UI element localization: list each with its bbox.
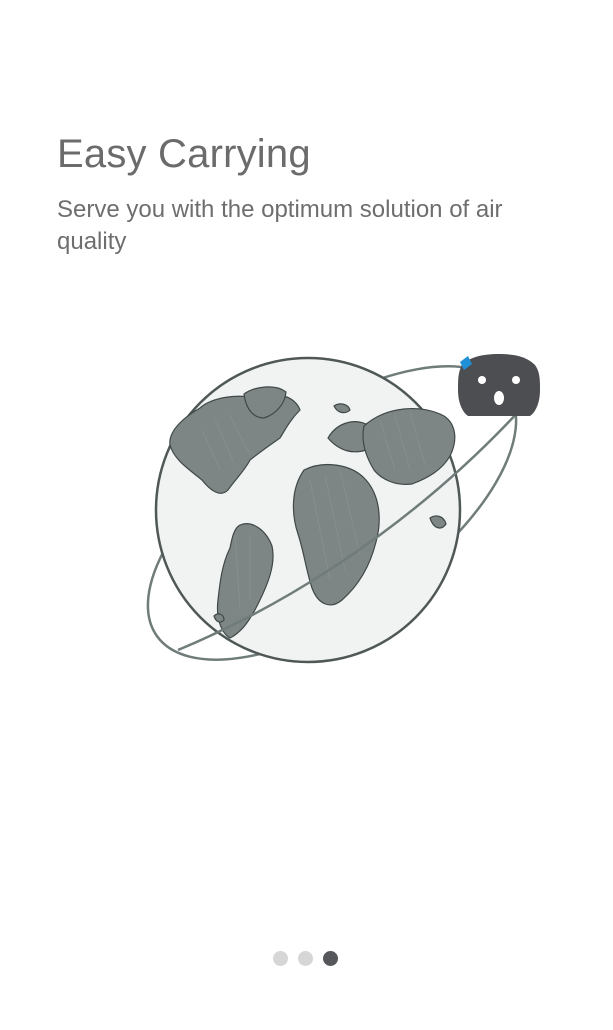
page-dot-2[interactable]	[298, 951, 313, 966]
page-dot-1[interactable]	[273, 951, 288, 966]
page-title: Easy Carrying	[57, 132, 311, 176]
page-subtitle: Serve you with the optimum solution of a…	[57, 196, 503, 255]
page-indicator	[273, 951, 338, 967]
globe-illustration	[90, 320, 560, 710]
page-dot-3[interactable]	[323, 951, 338, 966]
air-purifier-device-icon	[458, 354, 540, 416]
